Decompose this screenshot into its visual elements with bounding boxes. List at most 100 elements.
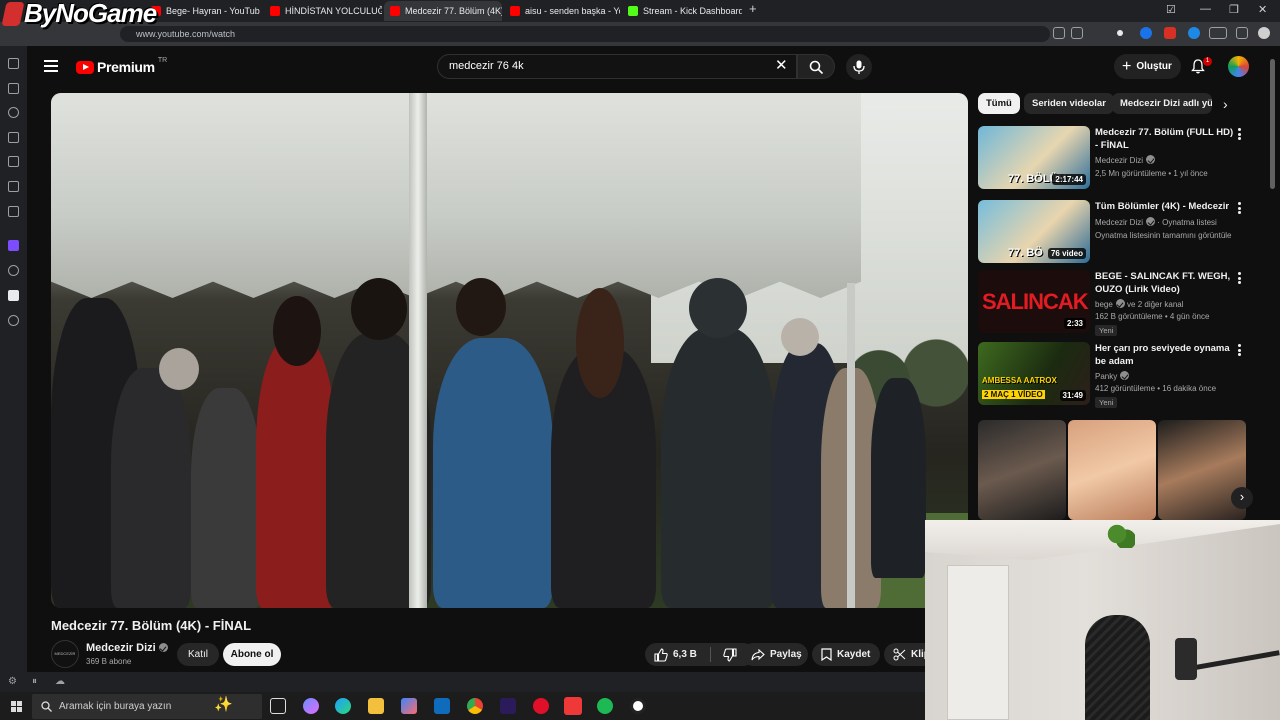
- edge-icon[interactable]: [335, 698, 351, 714]
- account-avatar[interactable]: [1228, 56, 1249, 77]
- wikipedia-icon[interactable]: [8, 290, 19, 301]
- downloads-icon[interactable]: [8, 83, 19, 94]
- recommendation-title: Tüm Bölümler (4K) - Medcezir: [1095, 201, 1230, 212]
- menu-extension-icon[interactable]: [1236, 27, 1248, 39]
- chevron-right-icon[interactable]: ›: [1223, 97, 1228, 111]
- voice-search-button[interactable]: [846, 54, 872, 80]
- settings-gear-icon[interactable]: ⚙: [8, 676, 17, 687]
- add-web-panel-icon[interactable]: [8, 315, 19, 326]
- create-label: Oluştur: [1136, 61, 1172, 72]
- chip-channel-uploads[interactable]: Medcezir Dizi adlı yük: [1112, 93, 1212, 114]
- tile-icon[interactable]: ⏸: [32, 676, 37, 687]
- bookmarks-icon[interactable]: [8, 58, 19, 69]
- cloud-sync-icon[interactable]: ☁: [55, 676, 65, 687]
- store-icon[interactable]: [401, 698, 417, 714]
- opera-icon[interactable]: [533, 698, 549, 714]
- kick-favicon-icon: [628, 6, 638, 16]
- search-input[interactable]: medcezir 76 4k: [437, 54, 797, 79]
- minimize-icon[interactable]: —: [1200, 3, 1211, 15]
- history-icon[interactable]: [8, 107, 19, 118]
- subscribe-button[interactable]: Abone ol: [223, 643, 281, 666]
- page-action-icon[interactable]: [1053, 27, 1065, 39]
- more-actions-icon[interactable]: [1238, 272, 1241, 284]
- url-field[interactable]: www.youtube.com/watch: [120, 26, 1050, 42]
- chrome-icon[interactable]: [467, 698, 483, 714]
- tab-aisu[interactable]: aisu - senden başka - YouTu: [504, 1, 620, 21]
- tab-label: Medcezir 77. Bölüm (4K) - F: [405, 6, 502, 16]
- tab-medcezir[interactable]: Medcezir 77. Bölüm (4K) - F: [384, 1, 502, 21]
- tab-label: Bege- Hayran - YouTube: [166, 6, 260, 16]
- mastodon-icon[interactable]: [8, 240, 19, 251]
- duration-badge: 2:17:44: [1052, 174, 1086, 185]
- save-bookmark-icon: [821, 648, 832, 661]
- tab-bege-hayran[interactable]: Bege- Hayran - YouTube: [145, 1, 260, 21]
- video-thumbnail[interactable]: AMBESSA AATROX 2 MAÇ 1 VİDEO 31:49: [978, 342, 1090, 405]
- tab-kick-dashboard[interactable]: Stream - Kick Dashboard: [622, 1, 742, 21]
- recommendation-item[interactable]: SALINCAK 2:33 BEGE - SALINCAK FT. WEGH, …: [978, 270, 1248, 336]
- hamburger-menu-icon[interactable]: [44, 60, 58, 72]
- outlook-icon[interactable]: [434, 698, 450, 714]
- copilot-icon[interactable]: [303, 698, 319, 714]
- notes-icon[interactable]: [8, 132, 19, 143]
- extension-icon[interactable]: [1188, 27, 1200, 39]
- more-actions-icon[interactable]: [1238, 344, 1241, 356]
- video-player[interactable]: [51, 93, 968, 608]
- recommendation-item[interactable]: 77. BÖLÜM 2:17:44 Medcezir 77. Bölüm (FU…: [978, 126, 1248, 192]
- create-button[interactable]: + Oluştur: [1114, 54, 1181, 79]
- spotify-icon[interactable]: [597, 698, 613, 714]
- vivaldi-icon[interactable]: [564, 697, 582, 715]
- recommendation-item[interactable]: 77. BÖ 76 video Tüm Bölümler (4K) - Medc…: [978, 200, 1248, 266]
- web-panel-icon[interactable]: [8, 265, 19, 276]
- more-actions-icon[interactable]: [1238, 202, 1241, 214]
- more-actions-icon[interactable]: [1238, 128, 1241, 140]
- obs-icon[interactable]: [630, 698, 646, 714]
- clear-search-icon[interactable]: ✕: [775, 58, 788, 74]
- bookmark-icon[interactable]: [1071, 27, 1083, 39]
- reading-list-icon[interactable]: [8, 181, 19, 192]
- like-icon[interactable]: [654, 647, 668, 662]
- close-window-icon[interactable]: ✕: [1258, 3, 1267, 16]
- dislike-icon[interactable]: [723, 647, 737, 662]
- recommendation-meta: 162 B görüntüleme • 4 gün önce: [1095, 312, 1210, 321]
- new-tab-button[interactable]: +: [749, 1, 757, 16]
- short-thumbnail[interactable]: [1068, 420, 1156, 520]
- window-panel-icon[interactable]: [8, 206, 19, 217]
- video-frame-pole: [409, 93, 427, 608]
- premiere-pro-icon[interactable]: [500, 698, 516, 714]
- tab-search-icon[interactable]: ☑: [1166, 3, 1176, 16]
- video-thumbnail[interactable]: SALINCAK 2:33: [978, 270, 1090, 333]
- extension-dot-icon[interactable]: [1117, 30, 1123, 36]
- search-button[interactable]: [797, 54, 835, 79]
- browser-sidebar: [0, 46, 27, 672]
- short-thumbnail[interactable]: [978, 420, 1066, 520]
- channel-name-link[interactable]: Medcezir Dizi: [86, 642, 168, 654]
- channel-avatar[interactable]: MEDCEZİR: [51, 640, 79, 668]
- adblock-extension-icon[interactable]: [1164, 27, 1176, 39]
- windows-start-icon[interactable]: [11, 701, 22, 712]
- join-button[interactable]: Katıl: [177, 643, 219, 666]
- shorts-next-chevron-icon[interactable]: ›: [1231, 487, 1253, 509]
- shorts-shelf: [978, 420, 1248, 520]
- maximize-icon[interactable]: ❐: [1229, 3, 1239, 16]
- new-badge: Yeni: [1095, 397, 1118, 408]
- verified-icon: [1146, 155, 1156, 164]
- share-button[interactable]: Paylaş: [742, 643, 808, 666]
- save-button[interactable]: Kaydet: [812, 643, 880, 666]
- youtube-premium-logo[interactable]: Premium TR: [76, 57, 167, 75]
- scissors-icon: [893, 648, 906, 661]
- playlist-thumbnail[interactable]: 77. BÖ 76 video: [978, 200, 1090, 263]
- recommendation-title: Medcezir 77. Bölüm (FULL HD) - FİNAL: [1095, 127, 1234, 151]
- view-full-playlist-link[interactable]: Oynatma listesinin tamamını görüntüle: [1095, 231, 1232, 240]
- chip-all[interactable]: Tümü: [978, 93, 1020, 114]
- task-view-icon[interactable]: [270, 698, 286, 714]
- tab-hindistan[interactable]: HİNDİSTAN YOLCULUĞU Vl: [264, 1, 382, 21]
- recommendation-item[interactable]: AMBESSA AATROX 2 MAÇ 1 VİDEO 31:49 Her ç…: [978, 342, 1248, 408]
- vpn-icon[interactable]: [1209, 27, 1227, 39]
- page-scrollbar[interactable]: [1270, 59, 1275, 189]
- translate-extension-icon[interactable]: [1140, 27, 1152, 39]
- translate-icon[interactable]: [8, 156, 19, 167]
- chip-series-videos[interactable]: Seriden videolar: [1024, 93, 1114, 114]
- profile-icon[interactable]: [1258, 27, 1270, 39]
- file-explorer-icon[interactable]: [368, 698, 384, 714]
- video-thumbnail[interactable]: 77. BÖLÜM 2:17:44: [978, 126, 1090, 189]
